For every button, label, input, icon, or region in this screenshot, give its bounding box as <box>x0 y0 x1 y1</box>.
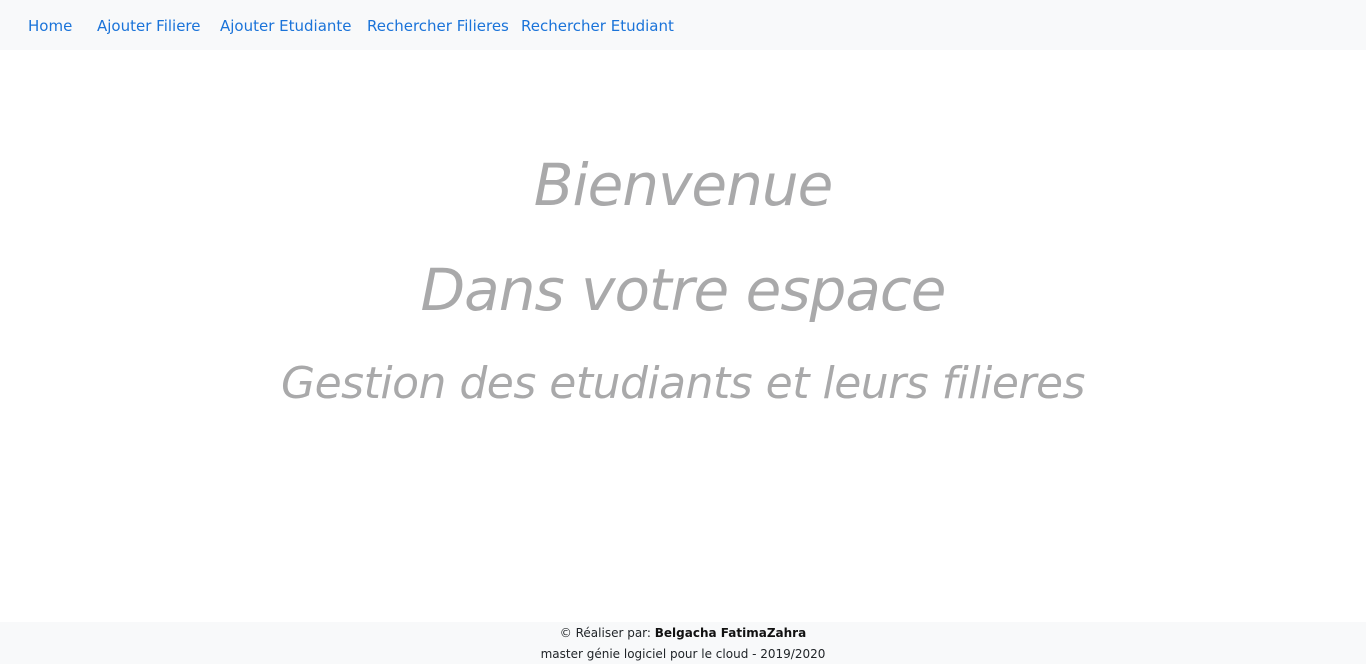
footer-credit: © Réaliser par: Belgacha FatimaZahra <box>0 626 1366 641</box>
footer-author-name: Belgacha FatimaZahra <box>654 626 807 640</box>
page-footer: © Réaliser par: Belgacha FatimaZahra mas… <box>0 622 1366 664</box>
welcome-subheading: Dans votre espace <box>420 256 947 324</box>
welcome-heading: Bienvenue <box>533 151 834 219</box>
footer-subtitle: master génie logiciel pour le cloud - 20… <box>540 647 826 661</box>
nav-link-rechercher-etudiant[interactable]: Rechercher Etudiant <box>521 0 674 53</box>
welcome-description: Gestion des etudiants et leurs filieres <box>281 358 1085 409</box>
nav-link-ajouter-etudiante[interactable]: Ajouter Etudiante <box>220 0 352 53</box>
nav-link-home[interactable]: Home <box>28 0 72 53</box>
footer-credit-prefix: © Réaliser par: <box>559 626 651 640</box>
nav-link-ajouter-filiere[interactable]: Ajouter Filiere <box>97 0 201 53</box>
nav-link-rechercher-filieres[interactable]: Rechercher Filieres <box>367 0 509 53</box>
top-navbar: Home Ajouter Filiere Ajouter Etudiante R… <box>0 0 1366 50</box>
